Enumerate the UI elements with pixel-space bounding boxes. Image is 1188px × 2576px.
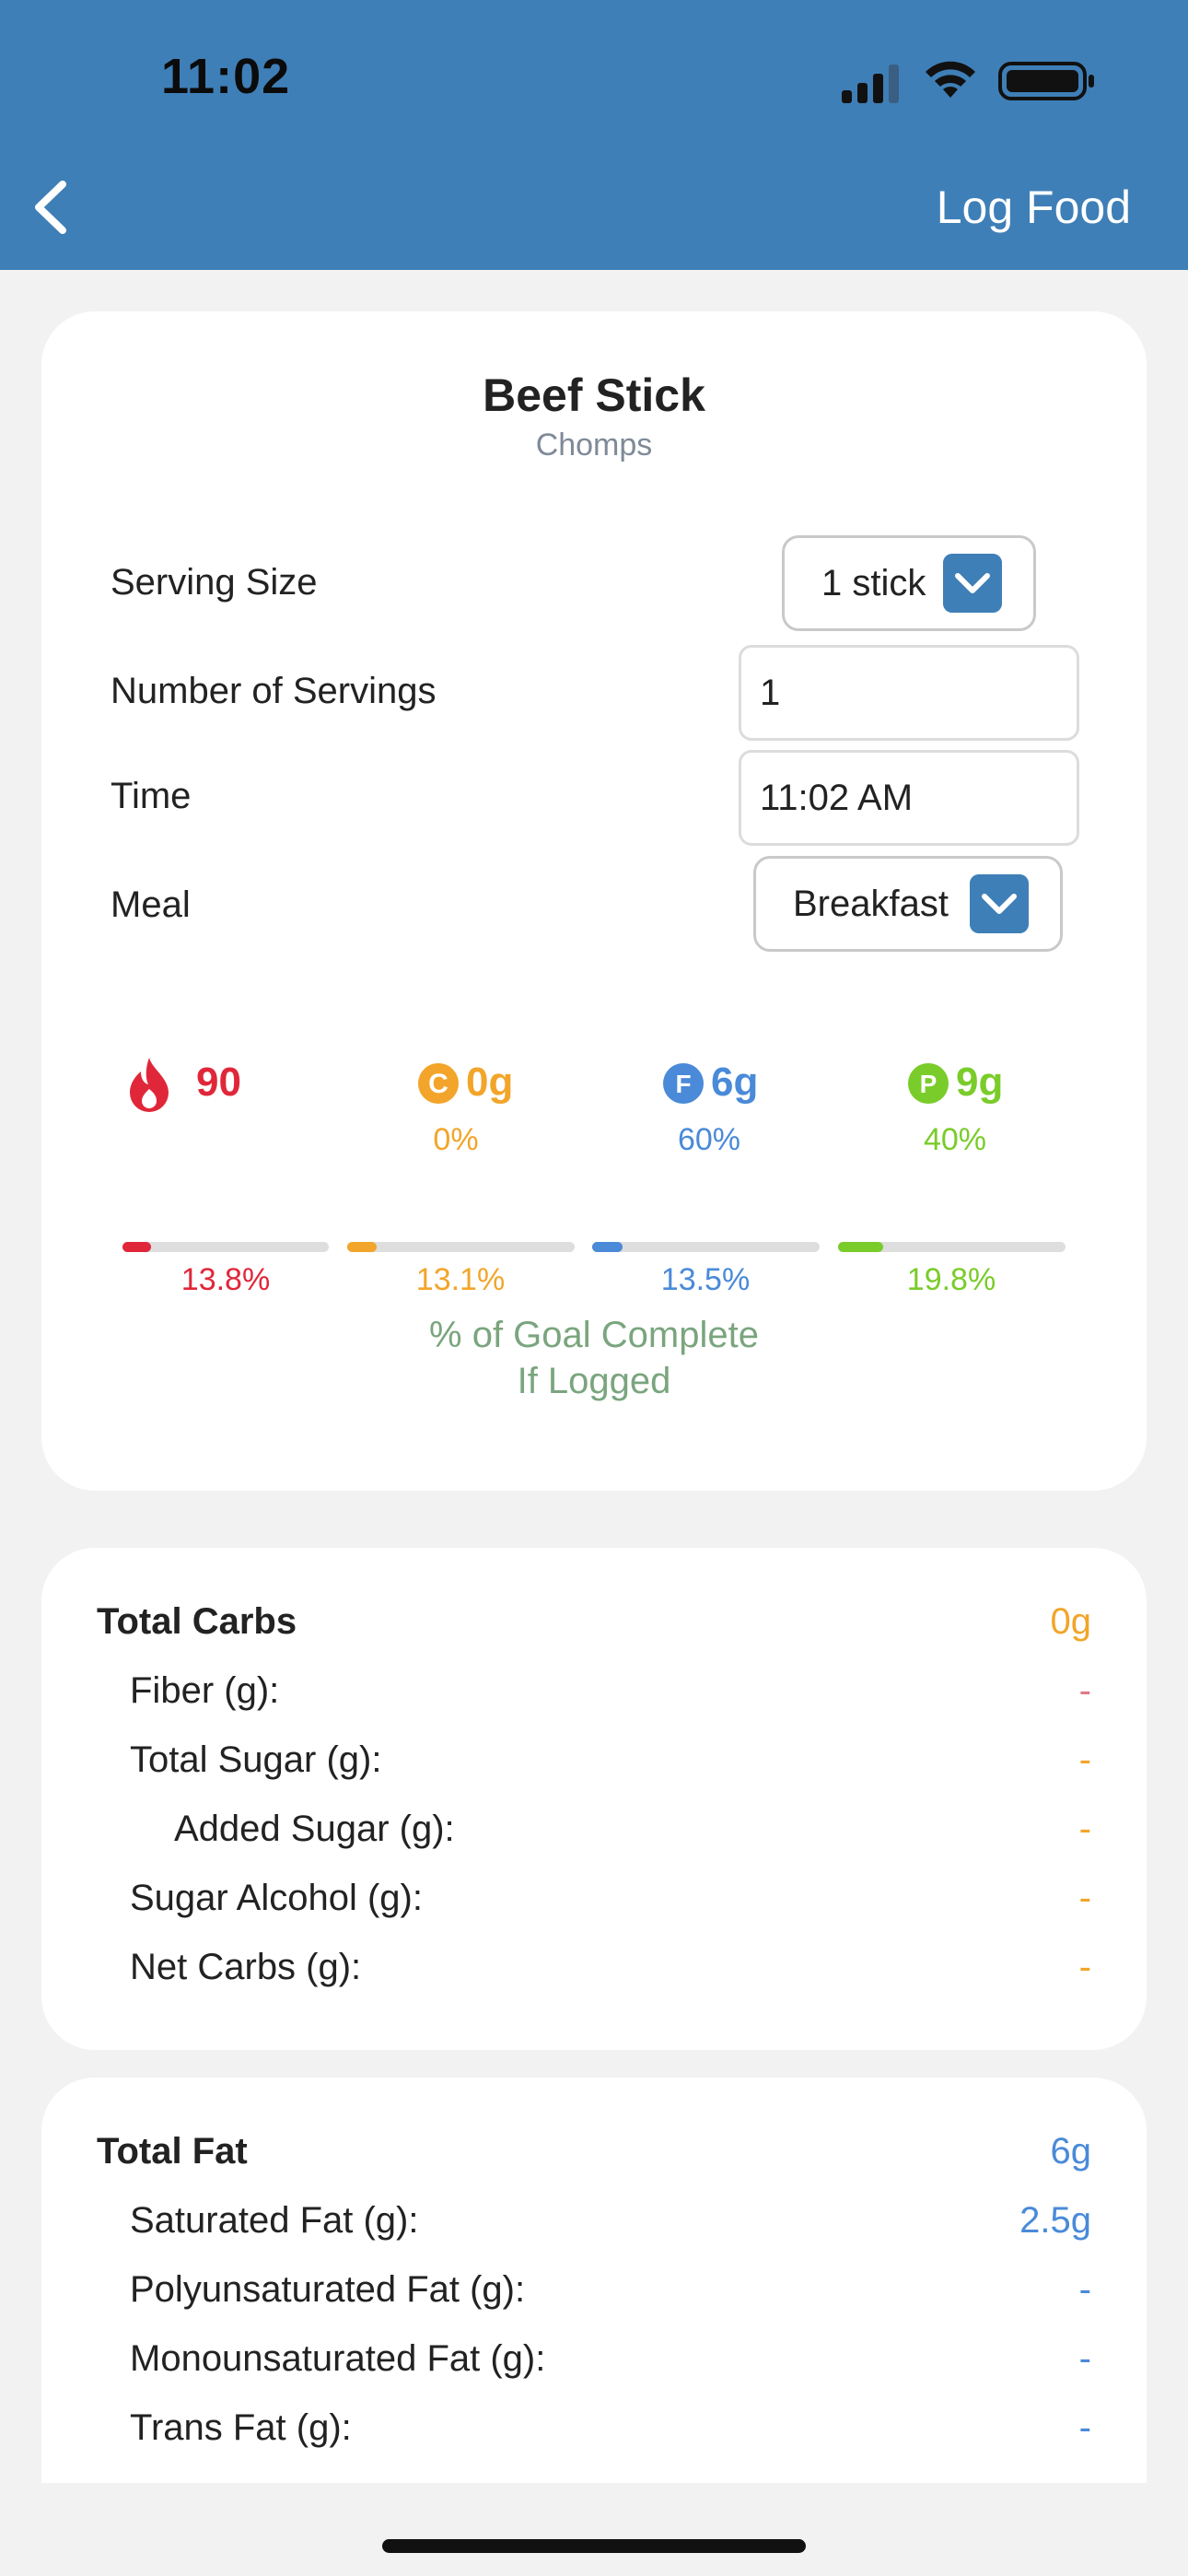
food-brand: Chomps bbox=[535, 427, 653, 463]
list-item: Added Sugar (g): - bbox=[97, 1809, 1091, 1864]
sugar-alcohol-label: Sugar Alcohol (g): bbox=[130, 1878, 423, 1918]
protein-value: 9g bbox=[956, 1060, 1004, 1105]
battery-icon bbox=[998, 62, 1094, 100]
list-item: Fiber (g): - bbox=[97, 1670, 1091, 1726]
serving-size-select[interactable]: 1 stick bbox=[782, 535, 1036, 631]
status-time: 11:02 bbox=[161, 49, 291, 104]
meal-value: Breakfast bbox=[793, 883, 949, 924]
carbs-percent: 0% bbox=[433, 1122, 479, 1157]
net-carbs-label: Net Carbs (g): bbox=[130, 1947, 362, 1987]
polyunsaturated-fat-value: - bbox=[1078, 2269, 1091, 2310]
fiber-value: - bbox=[1078, 1670, 1091, 1711]
back-chevron-icon[interactable] bbox=[28, 175, 74, 240]
carbs-badge-icon: C bbox=[418, 1063, 459, 1104]
flame-icon bbox=[130, 1058, 169, 1112]
list-item: Net Carbs (g): - bbox=[97, 1947, 1091, 2002]
food-name: Beef Stick bbox=[483, 369, 705, 421]
added-sugar-value: - bbox=[1078, 1809, 1091, 1849]
servings-input[interactable]: 1 bbox=[739, 645, 1079, 741]
trans-fat-value: - bbox=[1078, 2407, 1091, 2448]
servings-label: Number of Servings bbox=[111, 671, 437, 711]
fat-goal-fill bbox=[592, 1242, 623, 1252]
app-header: 11:02 Log Food bbox=[0, 0, 1188, 270]
fat-percent: 60% bbox=[677, 1122, 741, 1157]
protein-percent: 40% bbox=[923, 1122, 987, 1157]
serving-size-value: 1 stick bbox=[821, 562, 926, 603]
list-item: Total Sugar (g): - bbox=[97, 1739, 1091, 1795]
carbs-goal-label: 13.1% bbox=[415, 1262, 506, 1297]
food-entry-card: Beef Stick Chomps Serving Size 1 stick N… bbox=[41, 311, 1147, 1491]
protein-goal-fill bbox=[838, 1242, 883, 1252]
time-input[interactable]: 11:02 AM bbox=[739, 750, 1079, 846]
calories-goal-bar bbox=[122, 1242, 329, 1252]
goal-note: % of Goal Complete If Logged bbox=[41, 1312, 1147, 1404]
calories-goal-fill bbox=[122, 1242, 151, 1252]
list-item: Polyunsaturated Fat (g): - bbox=[97, 2269, 1091, 2324]
saturated-fat-value: 2.5g bbox=[1019, 2200, 1091, 2241]
carbs-breakdown-card: Total Carbs 0g Fiber (g): - Total Sugar … bbox=[41, 1548, 1147, 2050]
total-carbs-row: Total Carbs 0g bbox=[97, 1601, 1091, 1657]
total-fat-value: 6g bbox=[1050, 2131, 1092, 2172]
added-sugar-label: Added Sugar (g): bbox=[174, 1809, 455, 1849]
fat-badge-letter: F bbox=[675, 1070, 691, 1098]
calories-value: 90 bbox=[196, 1060, 241, 1105]
fat-breakdown-card: Total Fat 6g Saturated Fat (g): 2.5g Pol… bbox=[41, 2078, 1147, 2483]
protein-badge-icon: P bbox=[908, 1063, 949, 1104]
home-indicator[interactable] bbox=[382, 2539, 806, 2553]
goal-note-line1: % of Goal Complete bbox=[429, 1315, 759, 1355]
carbs-badge-letter: C bbox=[428, 1069, 448, 1099]
protein-badge-letter: P bbox=[920, 1070, 938, 1098]
carbs-goal-fill bbox=[347, 1242, 378, 1252]
cellular-signal-icon bbox=[842, 64, 899, 103]
total-fat-label: Total Fat bbox=[97, 2131, 248, 2172]
serving-size-label: Serving Size bbox=[111, 562, 318, 603]
trans-fat-label: Trans Fat (g): bbox=[130, 2407, 352, 2448]
monounsaturated-fat-value: - bbox=[1078, 2338, 1091, 2379]
total-sugar-label: Total Sugar (g): bbox=[130, 1739, 382, 1780]
chevron-down-icon bbox=[943, 554, 1002, 613]
goal-note-line2: If Logged bbox=[517, 1361, 671, 1401]
calories-goal-label: 13.8% bbox=[181, 1262, 271, 1297]
fiber-label: Fiber (g): bbox=[130, 1670, 280, 1711]
saturated-fat-label: Saturated Fat (g): bbox=[130, 2200, 419, 2241]
wifi-icon bbox=[926, 61, 975, 98]
fat-goal-bar bbox=[592, 1242, 820, 1252]
total-fat-row: Total Fat 6g bbox=[97, 2131, 1091, 2186]
fat-badge-icon: F bbox=[663, 1063, 704, 1104]
time-label: Time bbox=[111, 776, 192, 816]
meal-label: Meal bbox=[111, 884, 191, 925]
carbs-goal-bar bbox=[347, 1242, 575, 1252]
net-carbs-value: - bbox=[1078, 1947, 1091, 1987]
header-title[interactable]: Log Food bbox=[937, 181, 1131, 234]
fat-goal-label: 13.5% bbox=[660, 1262, 751, 1297]
monounsaturated-fat-label: Monounsaturated Fat (g): bbox=[130, 2338, 546, 2379]
total-sugar-value: - bbox=[1078, 1739, 1091, 1780]
total-carbs-label: Total Carbs bbox=[97, 1601, 297, 1642]
protein-goal-label: 19.8% bbox=[906, 1262, 996, 1297]
carbs-value: 0g bbox=[466, 1060, 514, 1105]
list-item: Monounsaturated Fat (g): - bbox=[97, 2338, 1091, 2394]
list-item: Trans Fat (g): - bbox=[97, 2407, 1091, 2463]
meal-select[interactable]: Breakfast bbox=[753, 856, 1063, 952]
protein-goal-bar bbox=[838, 1242, 1066, 1252]
fat-value: 6g bbox=[711, 1060, 759, 1105]
total-carbs-value: 0g bbox=[1050, 1601, 1092, 1642]
chevron-down-icon bbox=[970, 874, 1029, 933]
sugar-alcohol-value: - bbox=[1078, 1878, 1091, 1918]
list-item: Saturated Fat (g): 2.5g bbox=[97, 2200, 1091, 2255]
polyunsaturated-fat-label: Polyunsaturated Fat (g): bbox=[130, 2269, 526, 2310]
list-item: Sugar Alcohol (g): - bbox=[97, 1878, 1091, 1933]
